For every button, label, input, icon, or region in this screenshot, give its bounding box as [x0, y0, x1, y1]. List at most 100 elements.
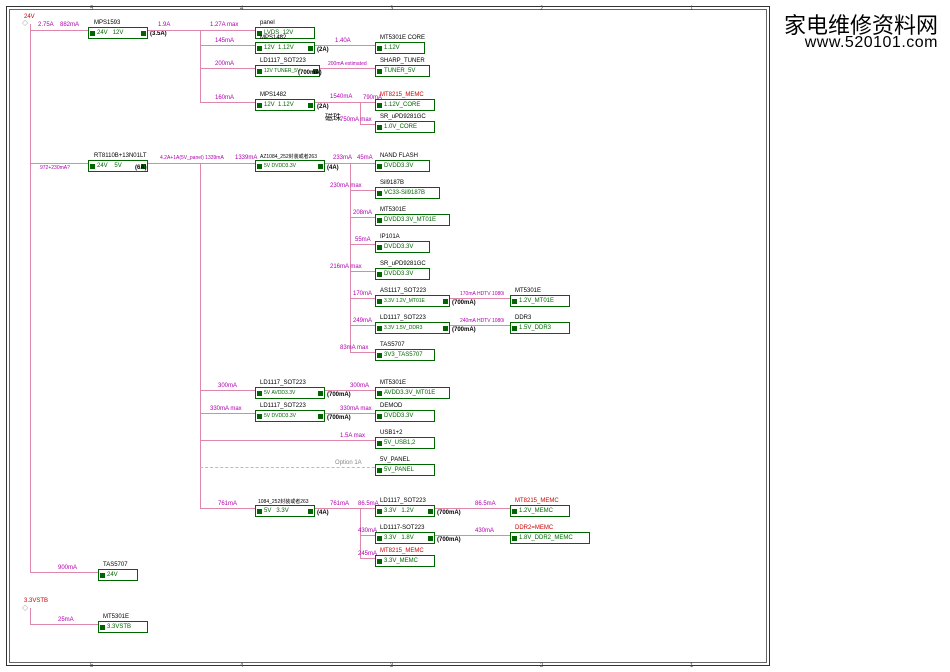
- amp: (700mA): [452, 327, 476, 333]
- amp: (700mA): [437, 537, 461, 543]
- cur: 1.5A max: [340, 433, 365, 439]
- box-mps1482-1: 12V 1.12V: [255, 42, 315, 54]
- box-mt8215-33v: 3.3V_MEMC: [375, 555, 435, 567]
- amp: (700mA): [452, 300, 476, 306]
- cur: 4.2A+1A(5V_panel) 1339mA: [160, 155, 224, 161]
- box-sr-upd1: 1.0V_CORE: [375, 121, 435, 133]
- block-title: MPS1482: [260, 92, 286, 98]
- cur: 761mA: [218, 501, 237, 507]
- box-nand: DVDD3.3V: [375, 160, 430, 172]
- wire: [30, 163, 88, 164]
- cur: 45mA: [357, 155, 373, 161]
- box-mps1593: 24V 12V: [88, 27, 148, 39]
- amp: (700mA): [437, 510, 461, 516]
- box-mt8215-memc-core: 1.12V_CORE: [375, 99, 435, 111]
- block-title: DDR2=MEMC: [515, 525, 553, 531]
- note-cn: 磁珠: [325, 112, 341, 123]
- ruler: 3: [390, 6, 393, 12]
- cur: 200mA estimated: [328, 61, 367, 67]
- ruler: 4: [240, 6, 243, 12]
- box-sil9187b: VC33-Sil9187B: [375, 187, 440, 199]
- block-title: MT5301E: [380, 380, 406, 386]
- block-title: IP101A: [380, 234, 400, 240]
- block-title: RT8110B+13N01LT: [94, 153, 147, 159]
- block-title: TAS5707: [380, 342, 405, 348]
- wire: [350, 217, 375, 218]
- block-title: LD1117_SOT223: [380, 498, 426, 504]
- block-title: USB1+2: [380, 430, 403, 436]
- cur: 233mA: [333, 155, 352, 161]
- wire: [320, 68, 375, 69]
- box-tas5707-24v: 24V: [98, 569, 138, 581]
- wire: [148, 30, 200, 31]
- wire: [200, 440, 375, 441]
- block-title: LD1117-SOT223: [380, 525, 424, 531]
- box-tas5707-3v3: 3V3_TAS5707: [375, 349, 435, 361]
- wire: [360, 102, 375, 103]
- wire: [30, 608, 31, 624]
- box-demod: DVDD3.3V: [375, 410, 435, 422]
- cur: 249mA: [353, 318, 372, 324]
- wire: [360, 558, 375, 559]
- wire: [30, 572, 98, 573]
- block-title: TAS5707: [103, 562, 128, 568]
- block-title: DDR3: [515, 315, 531, 321]
- wire: [360, 124, 375, 125]
- wire: [315, 508, 375, 509]
- cur: 55mA: [355, 237, 371, 243]
- wire: [350, 244, 375, 245]
- block-title: AS1117_SOT223: [380, 288, 426, 294]
- cur: 972+230mA?: [40, 165, 70, 171]
- box-mt5301e-avdd: AVDD3.3V_MT01E: [375, 387, 450, 399]
- wire: [30, 624, 98, 625]
- box-sharp-tuner: TUNER_5V: [375, 65, 430, 77]
- cur: 900mA: [58, 565, 77, 571]
- wire: [30, 30, 88, 31]
- wire: [435, 508, 510, 509]
- ruler: 5: [90, 6, 93, 12]
- amp: (2A): [317, 104, 329, 110]
- cur: 230mA max: [330, 183, 362, 189]
- cur: Option 1A: [335, 460, 362, 466]
- cur: 750mA max: [340, 117, 372, 123]
- block-title: MT5301E: [380, 207, 406, 213]
- cur: 330mA max: [340, 406, 372, 412]
- wire: [350, 325, 375, 326]
- cur: 882mA: [60, 22, 79, 28]
- box-panel5v: 5V_PANEL: [375, 464, 435, 476]
- block-title: SR_uPD9281GC: [380, 261, 426, 267]
- block-title: Sil9187B: [380, 180, 404, 186]
- block-title: panel: [260, 20, 275, 26]
- cur: 300mA: [350, 383, 369, 389]
- cur: 1.9A: [158, 22, 170, 28]
- block-title: SHARP_TUNER: [380, 58, 425, 64]
- wire: [350, 271, 375, 272]
- box-usb: 5V_USB1,2: [375, 437, 435, 449]
- ruler: 5: [90, 663, 93, 669]
- amp: (700mA): [327, 392, 351, 398]
- block-title: MT8215_MEMC: [515, 498, 559, 504]
- wire: [200, 390, 255, 391]
- wire: [200, 45, 255, 46]
- cur: 160mA: [215, 95, 234, 101]
- wire: [435, 535, 510, 536]
- box-ld1117-avdd: 5V AVDD3.3V: [255, 387, 325, 399]
- bus-24v: [30, 24, 31, 572]
- cur-24v: 2.75A: [38, 22, 54, 28]
- wire: [350, 352, 375, 353]
- wire: [325, 390, 375, 391]
- wire: [325, 413, 375, 414]
- block-title: DEMOD: [380, 403, 402, 409]
- cur: 430mA: [475, 528, 494, 534]
- wire: [450, 325, 510, 326]
- block-title: 5V_PANEL: [380, 457, 410, 463]
- cur: 170mA: [353, 291, 372, 297]
- box-mt5301e-dvdd: DVDD3.3V_MT01E: [375, 214, 450, 226]
- bus-5v: [200, 163, 201, 508]
- ruler: 4: [240, 663, 243, 669]
- wire: [200, 102, 255, 103]
- amp: (2A): [317, 47, 329, 53]
- amp: (700mA): [298, 70, 322, 76]
- cur: 761mA: [330, 501, 349, 507]
- wire: [315, 102, 360, 103]
